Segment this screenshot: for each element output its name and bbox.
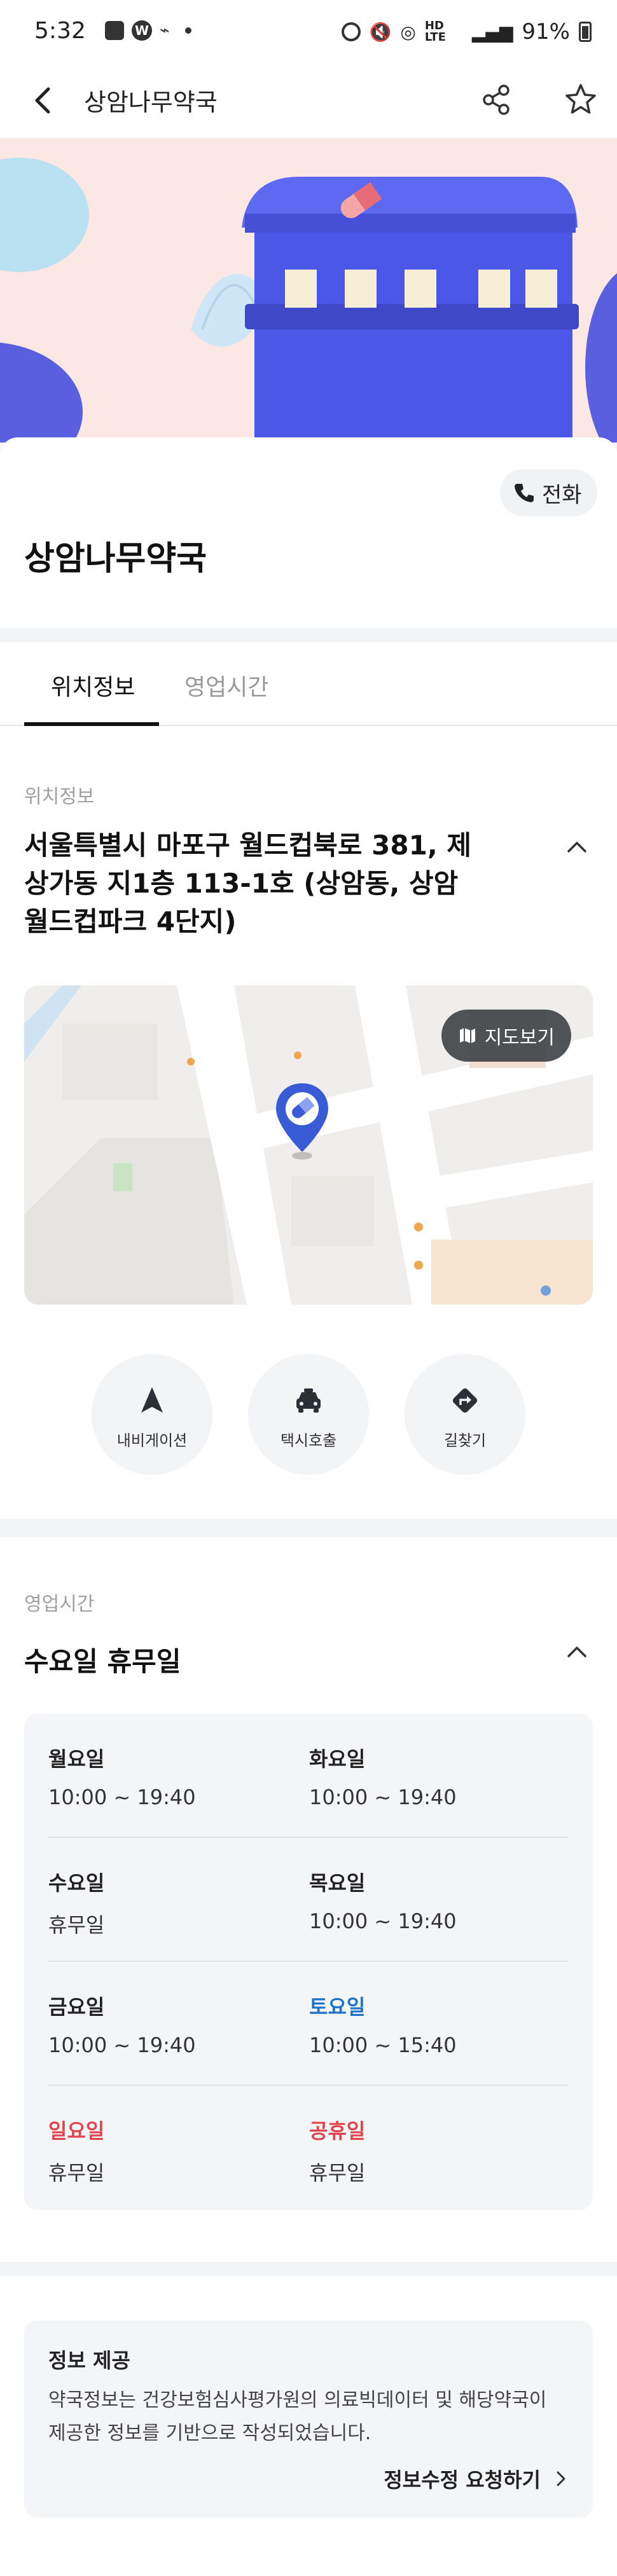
collapse-address-button[interactable] [561, 832, 593, 863]
hours-row: 일요일 휴무일 공휴일 휴무일 [48, 2086, 569, 2210]
hero-illustration [0, 139, 617, 442]
share-button[interactable] [477, 80, 516, 120]
day-hours: 10:00 ~ 15:40 [309, 2033, 457, 2057]
hours-table: 월요일 10:00 ~ 19:40 화요일 10:00 ~ 19:40 수요일 … [24, 1714, 593, 2210]
call-button[interactable]: 전화 [500, 469, 597, 516]
day-hours: 휴무일 [48, 2161, 105, 2185]
edit-request-link[interactable]: 정보수정 요청하기 [384, 2464, 569, 2493]
day-hours: 휴무일 [48, 1913, 105, 1937]
route-actions: 내비게이션 택시호출 길찾기 [0, 1354, 617, 1481]
battery-percent: 91% [522, 19, 570, 45]
day-hours: 10:00 ~ 19:40 [48, 1785, 196, 1809]
status-time: 5:32 [34, 18, 86, 44]
day-label: 화요일 [309, 1747, 366, 1771]
tab-location[interactable]: 위치정보 [51, 669, 135, 702]
gallery-icon [105, 21, 124, 40]
hotspot-icon: ◎ [400, 21, 416, 43]
day-label: 수요일 [48, 1871, 105, 1895]
hours-row: 월요일 10:00 ~ 19:40 화요일 10:00 ~ 19:40 [48, 1714, 569, 1838]
chevron-up-icon [567, 842, 586, 853]
app-header: 상암나무약국 [0, 64, 617, 139]
back-button[interactable] [25, 81, 64, 120]
info-provision-box: 정보 제공 약국정보는 건강보험심사평가원의 의료빅데이터 및 해당약국이 제공… [24, 2320, 593, 2518]
collapse-hours-button[interactable] [561, 1636, 593, 1668]
chevron-right-icon [557, 2471, 565, 2486]
chevron-left-icon [35, 87, 50, 114]
chevron-up-icon [567, 1647, 586, 1657]
alarm-icon [341, 22, 361, 41]
system-icons: 🔇 ◎ HD LTE ▂▄▆ 91% [341, 19, 592, 45]
navigation-button[interactable]: 내비게이션 [92, 1354, 212, 1475]
info-provision-section: 정보 제공 약국정보는 건강보험심사평가원의 의료빅데이터 및 해당약국이 제공… [0, 2276, 617, 2576]
pharmacy-building-illustration [0, 139, 617, 442]
hours-row: 금요일 10:00 ~ 19:40 토요일 10:00 ~ 15:40 [48, 1962, 569, 2086]
navigation-label: 내비게이션 [116, 1432, 188, 1449]
day-label: 월요일 [48, 1747, 105, 1771]
share-icon [483, 85, 510, 115]
phone-icon [515, 484, 534, 502]
directions-button[interactable]: 길찾기 [405, 1354, 525, 1475]
taxi-call-label: 택시호출 [280, 1432, 337, 1449]
active-tab-indicator [24, 722, 159, 726]
day-hours: 10:00 ~ 19:40 [48, 2033, 196, 2057]
location-section-label: 위치정보 [24, 786, 95, 808]
info-provision-text: 약국정보는 건강보험심사평가원의 의료빅데이터 및 해당약국이 제공한 정보를 … [48, 2389, 547, 2444]
battery-icon [579, 22, 592, 42]
day-hours: 10:00 ~ 19:40 [309, 1909, 457, 1933]
day-hours: 10:00 ~ 19:40 [309, 1785, 457, 1809]
page-title: 상암나무약국 [84, 88, 218, 116]
status-bar: 5:32 W ⌁ 🔇 ◎ HD LTE ▂▄▆ 91% [0, 0, 617, 64]
saturday-label: 토요일 [309, 1995, 366, 2019]
info-provision-title: 정보 제공 [48, 2348, 130, 2373]
signal-wave-icon: ⌁ [160, 21, 170, 40]
signal-icon: ▂▄▆ [471, 21, 513, 43]
address-text: 서울특별시 마포구 월드컵북로 381, 제상가동 지1층 113-1호 (상암… [24, 830, 472, 937]
call-label: 전화 [542, 482, 582, 508]
directions-label: 길찾기 [443, 1432, 487, 1449]
hours-section-label: 영업시간 [24, 1593, 95, 1615]
tab-hours[interactable]: 영업시간 [184, 669, 268, 702]
map-icon [459, 1028, 475, 1043]
sunday-label: 일요일 [48, 2119, 105, 2143]
holiday-label: 공휴일 [309, 2119, 366, 2143]
pharmacy-info-card: 전화 상암나무약국 [0, 437, 617, 628]
hours-summary: 수요일 휴무일 [24, 1646, 181, 1677]
hours-row: 수요일 휴무일 목요일 10:00 ~ 19:40 [48, 1838, 569, 1962]
directions-icon [452, 1388, 478, 1413]
tab-bar: 위치정보 영업시간 [0, 642, 617, 726]
hours-section: 영업시간 수요일 휴무일 월요일 10:00 ~ 19:40 화요일 10:00… [0, 1537, 617, 2262]
location-section: 위치정보 영업시간 위치정보 서울특별시 마포구 월드컵북로 381, 제상가동… [0, 642, 617, 1519]
pharmacy-name: 상암나무약국 [24, 540, 207, 578]
day-label: 목요일 [309, 1871, 366, 1895]
taxi-icon [296, 1388, 321, 1413]
day-label: 금요일 [48, 1995, 105, 2019]
navigation-arrow-icon [141, 1387, 163, 1413]
view-map-button[interactable]: 지도보기 [441, 1010, 571, 1062]
network-label: HD LTE [424, 19, 446, 44]
location-map[interactable]: 지도보기 [24, 985, 593, 1305]
app-w-icon: W [132, 20, 152, 41]
star-icon [565, 84, 596, 114]
pharmacy-location-pin-icon [276, 1083, 328, 1160]
view-map-label: 지도보기 [484, 1027, 555, 1049]
mute-icon: 🔇 [369, 21, 392, 43]
notification-icons: W ⌁ [105, 20, 191, 41]
taxi-call-button[interactable]: 택시호출 [248, 1354, 369, 1475]
favorite-button[interactable] [561, 80, 600, 120]
day-hours: 휴무일 [309, 2161, 366, 2185]
more-notifications-icon [184, 27, 191, 34]
edit-request-label: 정보수정 요청하기 [384, 2468, 541, 2492]
